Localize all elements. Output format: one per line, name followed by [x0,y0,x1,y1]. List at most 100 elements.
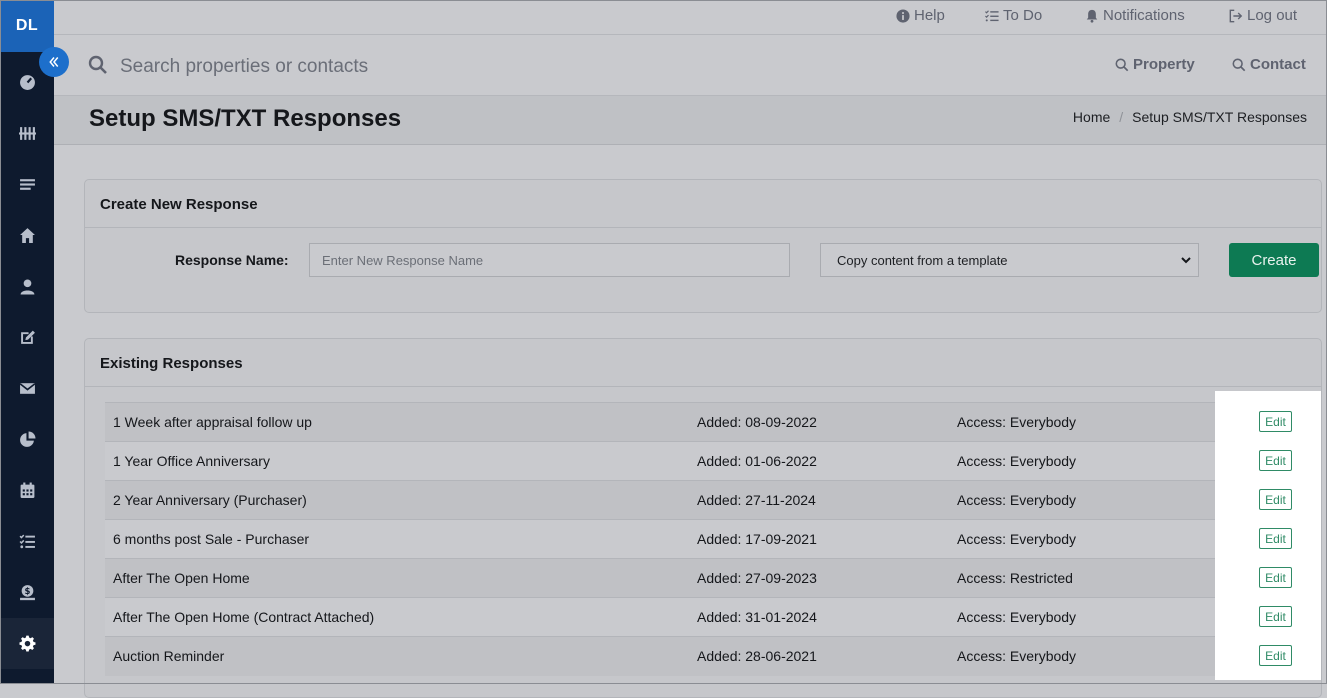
response-name: 2 Year Anniversary (Purchaser) [105,480,697,520]
search-bar: Property Contact [54,35,1327,96]
sidebar-item-reports[interactable] [0,414,54,465]
edit-button[interactable]: Edit [1259,528,1292,549]
logout-label: Log out [1247,7,1298,24]
card-divider [85,386,1321,387]
response-added: Added: 31-01-2024 [697,597,957,637]
calendar-icon [20,482,34,498]
response-access: Access: Everybody [957,636,1217,676]
breadcrumb-separator: / [1119,109,1124,125]
notifications-link[interactable]: Notifications [1085,7,1185,24]
help-link[interactable]: Help [896,7,945,24]
template-select[interactable]: Copy content from a template [820,243,1199,277]
table-row: 2 Year Anniversary (Purchaser) Added: 27… [105,480,1301,520]
response-name: 1 Year Office Anniversary [105,441,697,481]
existing-responses-title: Existing Responses [100,355,243,372]
property-label: Property [1133,56,1195,73]
response-name-input[interactable] [309,243,790,277]
create-response-title: Create New Response [100,196,258,213]
response-added: Added: 17-09-2021 [697,519,957,559]
response-name-label: Response Name: [175,252,289,268]
table-row: After The Open Home (Contract Attached) … [105,597,1301,637]
breadcrumb-home[interactable]: Home [1073,109,1110,125]
edit-button[interactable]: Edit [1259,645,1292,666]
responses-table: 1 Week after appraisal follow up Added: … [105,402,1301,676]
listings-icon [18,127,36,140]
response-access: Access: Everybody [957,519,1217,559]
breadcrumb-current: Setup SMS/TXT Responses [1132,109,1307,125]
collapse-sidebar-button[interactable] [39,47,69,77]
response-added: Added: 28-06-2021 [697,636,957,676]
sidebar-item-tasks[interactable] [0,516,54,567]
svg-text:$: $ [24,587,30,597]
edit-icon [20,330,35,344]
search-icon [88,55,107,74]
sidebar-item-settings[interactable] [0,618,54,669]
create-button[interactable]: Create [1229,243,1319,277]
todo-label: To Do [1003,7,1043,24]
response-added: Added: 27-11-2024 [697,480,957,520]
edit-button[interactable]: Edit [1259,411,1292,432]
response-name: 6 months post Sale - Purchaser [105,519,697,559]
edit-button[interactable]: Edit [1259,489,1292,510]
response-access: Access: Restricted [957,558,1217,598]
sidebar-item-listings[interactable] [0,108,54,159]
table-row: After The Open Home Added: 27-09-2023 Ac… [105,558,1301,598]
response-access: Access: Everybody [957,441,1217,481]
card-divider [85,227,1321,228]
template-select-value: Copy content from a template [837,252,1008,268]
page-title: Setup SMS/TXT Responses [89,105,402,132]
reports-icon [19,431,35,447]
dashboard-icon [19,75,35,90]
breadcrumb: Home / Setup SMS/TXT Responses [1073,109,1307,125]
search-property-button[interactable]: Property [1115,56,1195,73]
double-chevron-left-icon [49,57,59,67]
table-row: Auction Reminder Added: 28-06-2021 Acces… [105,636,1301,676]
response-name: After The Open Home (Contract Attached) [105,597,697,637]
contact-label: Contact [1250,56,1306,73]
sidebar-item-edit[interactable] [0,312,54,363]
response-added: Added: 08-09-2022 [697,402,957,442]
sidebar-item-home[interactable] [0,210,54,261]
response-name: After The Open Home [105,558,697,598]
logout-icon [1229,9,1243,22]
help-label: Help [914,7,945,24]
sidebar: DL $ [0,0,54,684]
todo-icon [985,9,999,21]
edit-button[interactable]: Edit [1259,606,1292,627]
menu-icon [19,179,35,190]
response-access: Access: Everybody [957,597,1217,637]
search-icon [1115,58,1129,71]
search-input[interactable] [118,53,682,81]
sidebar-item-menu[interactable] [0,159,54,210]
sidebar-item-calendar[interactable] [0,465,54,516]
todo-link[interactable]: To Do [985,7,1042,24]
create-response-card: Create New Response Response Name: Copy … [84,179,1322,313]
help-icon [896,8,910,23]
table-row: 6 months post Sale - Purchaser Added: 17… [105,519,1301,559]
response-name: 1 Week after appraisal follow up [105,402,697,442]
logout-link[interactable]: Log out [1229,7,1297,24]
contacts-icon [20,279,34,295]
edit-button[interactable]: Edit [1259,450,1292,471]
table-row: 1 Year Office Anniversary Added: 01-06-2… [105,441,1301,481]
avatar[interactable]: DL [0,0,54,52]
home-icon [19,228,35,243]
notifications-label: Notifications [1103,7,1185,24]
response-name: Auction Reminder [105,636,697,676]
response-added: Added: 27-09-2023 [697,558,957,598]
response-added: Added: 01-06-2022 [697,441,957,481]
settings-icon [18,635,35,652]
mail-icon [19,383,35,394]
response-access: Access: Everybody [957,402,1217,442]
tasks-icon [19,534,35,549]
table-row: 1 Week after appraisal follow up Added: … [105,402,1301,442]
sidebar-item-commission[interactable]: $ [0,567,54,618]
sidebar-item-mail[interactable] [0,363,54,414]
top-utility-bar: Help To Do Notifications Log out [54,0,1327,35]
page-header: Setup SMS/TXT Responses Home / Setup SMS/T… [54,96,1327,145]
sidebar-item-contacts[interactable] [0,261,54,312]
search-contact-button[interactable]: Contact [1232,56,1306,73]
response-access: Access: Everybody [957,480,1217,520]
chevron-down-icon [1181,257,1191,264]
edit-button[interactable]: Edit [1259,567,1292,588]
